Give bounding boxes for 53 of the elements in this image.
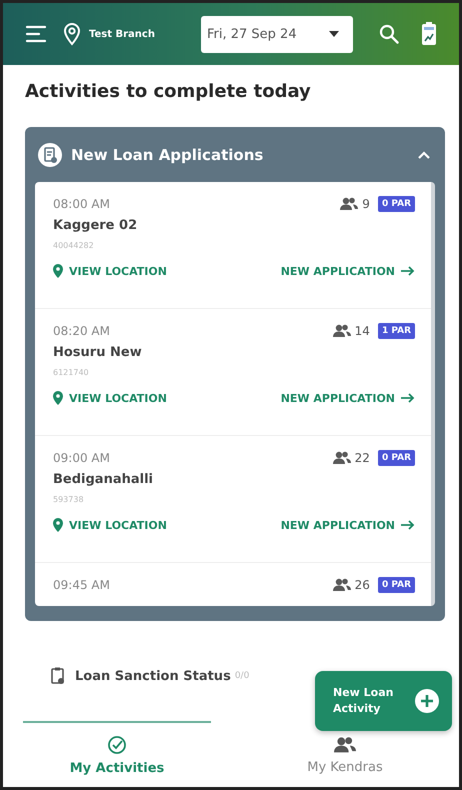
- check-circle-icon: [107, 734, 127, 754]
- par-badge: 1 PAR: [378, 323, 415, 339]
- nav-tab[interactable]: My Activities: [23, 721, 211, 787]
- member-count: 26: [354, 578, 370, 592]
- members-icon: [334, 736, 356, 754]
- group-name: Hosuru New: [53, 345, 143, 360]
- par-badge: 0 PAR: [378, 196, 415, 212]
- branch-name: Test Branch: [89, 28, 156, 40]
- member-count: 22: [354, 451, 370, 465]
- group-code: 40044282: [53, 241, 95, 250]
- members-icon: [340, 197, 358, 211]
- collapse-chevron-icon[interactable]: [417, 150, 431, 160]
- dropdown-caret-icon: [329, 31, 339, 37]
- plus-icon: [414, 688, 440, 714]
- location-pin-icon: [63, 22, 81, 46]
- group-name: Kaggere 02: [53, 218, 138, 233]
- activity-time: 08:20 AM: [53, 324, 111, 338]
- group-code: 593738: [53, 495, 85, 504]
- loan-sanction-status: Loan Sanction Status: [75, 668, 231, 684]
- activity-time: 08:00 AM: [53, 197, 111, 211]
- section-title: New Loan Applications: [71, 146, 264, 164]
- member-count: 9: [362, 197, 370, 211]
- search-icon[interactable]: [379, 24, 399, 44]
- member-count: 14: [354, 324, 370, 338]
- group-name: Bediganahalli: [53, 472, 154, 487]
- date-dropdown[interactable]: Fri, 27 Sep 24: [201, 16, 353, 52]
- par-badge: 0 PAR: [378, 577, 415, 593]
- group-code: 6121740: [53, 368, 90, 377]
- new-application-link[interactable]: NEW APPLICATION: [280, 391, 415, 405]
- location-pin-icon: [53, 264, 63, 278]
- members-icon: [332, 578, 351, 592]
- location-pin-icon: [53, 391, 63, 405]
- new-application-link[interactable]: NEW APPLICATION: [280, 518, 415, 532]
- arrow-right-icon: [401, 520, 415, 530]
- clipboard-icon: [51, 667, 65, 685]
- members-icon: [332, 451, 351, 465]
- activity-time: 09:00 AM: [53, 451, 111, 465]
- arrow-right-icon: [401, 393, 415, 403]
- new-application-link[interactable]: NEW APPLICATION: [280, 264, 415, 278]
- menu-icon[interactable]: [25, 24, 47, 44]
- arrow-right-icon: [401, 266, 415, 276]
- activity-time: 09:45 AM: [53, 578, 111, 592]
- view-location-link[interactable]: VIEW LOCATION: [53, 391, 167, 405]
- document-icon: [37, 142, 63, 168]
- sanction-count: 0/0: [234, 671, 250, 681]
- members-icon: [332, 324, 351, 338]
- view-location-link[interactable]: VIEW LOCATION: [53, 518, 167, 532]
- view-location-link[interactable]: VIEW LOCATION: [53, 264, 167, 278]
- par-badge: 0 PAR: [378, 450, 415, 466]
- page-title: Activities to complete today: [25, 81, 312, 102]
- report-icon[interactable]: [421, 22, 437, 46]
- location-pin-icon: [53, 518, 63, 532]
- new-loan-activity-button[interactable]: New Loan Activity: [315, 671, 452, 731]
